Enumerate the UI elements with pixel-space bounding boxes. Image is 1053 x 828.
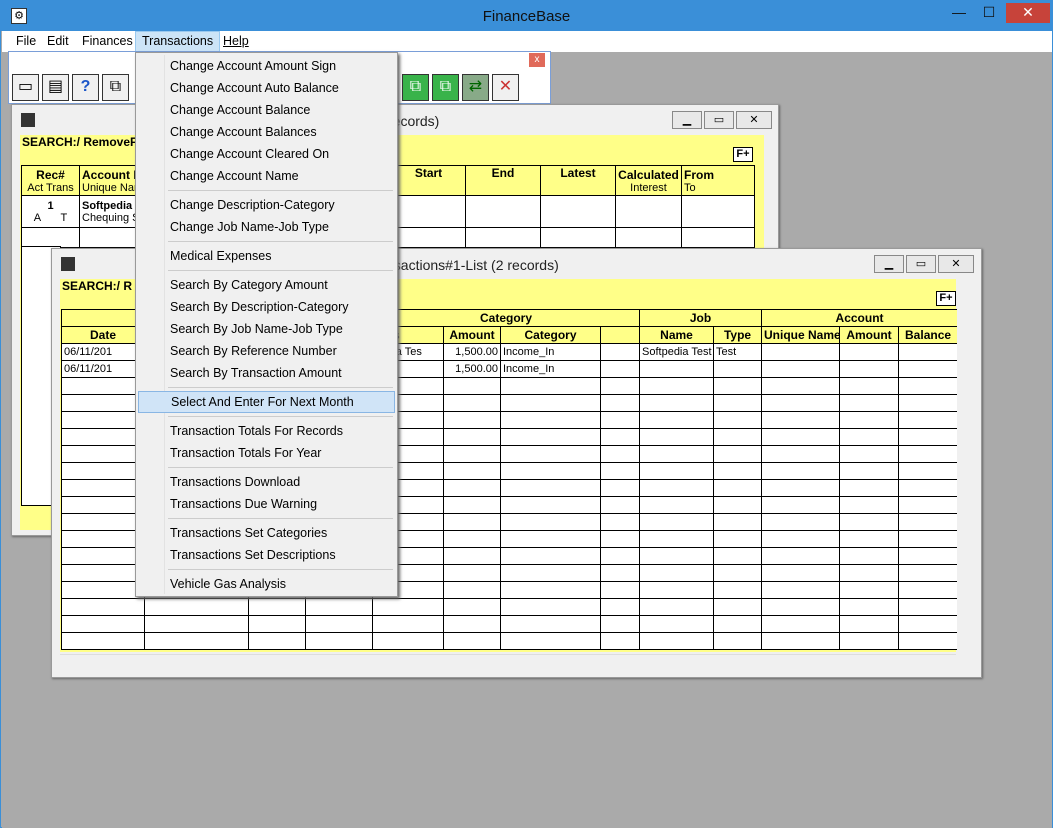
menu-file[interactable]: File: [10, 31, 42, 52]
menu-help[interactable]: Help: [217, 31, 255, 52]
group-account: Account: [761, 309, 959, 327]
menu-item-search-description-category[interactable]: Search By Description-Category: [138, 296, 395, 318]
col-end[interactable]: End: [465, 165, 541, 196]
copy-green-icon[interactable]: ⧉: [402, 74, 429, 101]
horizontal-scrollbar[interactable]: [60, 654, 956, 670]
col-date[interactable]: Date: [61, 326, 145, 344]
main-window: ⚙ FinanceBase — ☐ ✕ File Edit Finances T…: [0, 0, 1053, 828]
col-balance[interactable]: Balance: [898, 326, 959, 344]
close-button[interactable]: ✕: [1006, 3, 1050, 23]
menu-item-medical-expenses[interactable]: Medical Expenses: [138, 245, 395, 267]
menu-finances[interactable]: Finances: [76, 31, 139, 52]
col-account[interactable]: Account N Unique Nam: [79, 165, 140, 196]
menu-item-set-descriptions[interactable]: Transactions Set Descriptions: [138, 544, 395, 566]
fplus-button[interactable]: F+: [936, 291, 956, 306]
help-icon[interactable]: ?: [72, 74, 99, 101]
col-job-name[interactable]: Name: [639, 326, 715, 344]
window-icon[interactable]: ▭: [12, 74, 39, 101]
vertical-scrollbar[interactable]: [957, 309, 974, 652]
menu-item-change-description-category[interactable]: Change Description-Category: [138, 194, 395, 216]
search-label: SEARCH:/ R: [62, 279, 133, 293]
database-icon[interactable]: ▤: [42, 74, 69, 101]
fplus-button[interactable]: F+: [733, 147, 753, 162]
transactions-menu-dropdown: Change Account Amount Sign Change Accoun…: [135, 52, 398, 597]
delete-records-icon[interactable]: ✕: [492, 74, 519, 101]
child-close-button[interactable]: ✕: [736, 111, 772, 129]
menu-item-change-account-balances[interactable]: Change Account Balances: [138, 121, 395, 143]
child-restore-button[interactable]: ▭: [906, 255, 936, 273]
menu-item-set-categories[interactable]: Transactions Set Categories: [138, 522, 395, 544]
col-start[interactable]: Start: [391, 165, 466, 196]
stack-green-icon[interactable]: ⧉: [432, 74, 459, 101]
menu-item-select-enter-next-month[interactable]: Select And Enter For Next Month: [138, 391, 395, 413]
menu-transactions[interactable]: Transactions: [135, 31, 221, 52]
search-label: SEARCH:/ RemoveF: [22, 135, 138, 149]
transactions-window-title: nsactions#1-List (2 records): [386, 257, 559, 273]
col-amount[interactable]: Amount: [443, 326, 501, 344]
menu-item-search-category-amount[interactable]: Search By Category Amount: [138, 274, 395, 296]
child-minimize-button[interactable]: ▁: [672, 111, 702, 129]
menu-item-vehicle-gas-analysis[interactable]: Vehicle Gas Analysis: [138, 573, 395, 595]
group-job: Job: [639, 309, 763, 327]
menu-item-change-account-auto-balance[interactable]: Change Account Auto Balance: [138, 77, 395, 99]
menu-item-change-job-name-type[interactable]: Change Job Name-Job Type: [138, 216, 395, 238]
group-category: Category: [371, 309, 641, 327]
col-acct-amount[interactable]: Amount: [839, 326, 900, 344]
menu-item-search-reference-number[interactable]: Search By Reference Number: [138, 340, 395, 362]
col-rec[interactable]: Rec# Act Trans: [21, 165, 80, 196]
col-job-type[interactable]: Type: [713, 326, 763, 344]
menu-item-transactions-download[interactable]: Transactions Download: [138, 471, 395, 493]
menu-edit[interactable]: Edit: [41, 31, 75, 52]
menu-bar: File Edit Finances Transactions Help: [2, 31, 1052, 52]
menu-item-totals-for-records[interactable]: Transaction Totals For Records: [138, 420, 395, 442]
minimize-button[interactable]: —: [946, 3, 972, 23]
window-gear-icon: [61, 257, 75, 271]
child-restore-button[interactable]: ▭: [704, 111, 734, 129]
window-gear-icon: [21, 113, 35, 127]
col-calculated[interactable]: Calculated Interest: [615, 165, 682, 196]
menu-item-search-job-name-type[interactable]: Search By Job Name-Job Type: [138, 318, 395, 340]
col-latest[interactable]: Latest: [540, 165, 616, 196]
menu-item-change-account-balance[interactable]: Change Account Balance: [138, 99, 395, 121]
windows-icon[interactable]: ⧉: [102, 74, 129, 101]
col-unique-name[interactable]: Unique Name: [761, 326, 841, 344]
app-title: FinanceBase: [482, 8, 571, 25]
menu-item-search-transaction-amount[interactable]: Search By Transaction Amount: [138, 362, 395, 384]
menu-item-totals-for-year[interactable]: Transaction Totals For Year: [138, 442, 395, 464]
maximize-button[interactable]: ☐: [976, 3, 1002, 23]
menu-item-change-account-name[interactable]: Change Account Name: [138, 165, 395, 187]
title-bar: ⚙ FinanceBase — ☐ ✕: [1, 1, 1052, 31]
menu-item-change-account-cleared-on[interactable]: Change Account Cleared On: [138, 143, 395, 165]
move-records-icon[interactable]: ⇄: [462, 74, 489, 101]
col-from[interactable]: From To: [681, 165, 755, 196]
menu-item-change-account-amount-sign[interactable]: Change Account Amount Sign: [138, 55, 395, 77]
col-category[interactable]: Category: [500, 326, 601, 344]
toolbar-close-button[interactable]: x: [529, 53, 545, 67]
menu-item-transactions-due-warning[interactable]: Transactions Due Warning: [138, 493, 395, 515]
child-close-button[interactable]: ✕: [938, 255, 974, 273]
child-minimize-button[interactable]: ▁: [874, 255, 904, 273]
